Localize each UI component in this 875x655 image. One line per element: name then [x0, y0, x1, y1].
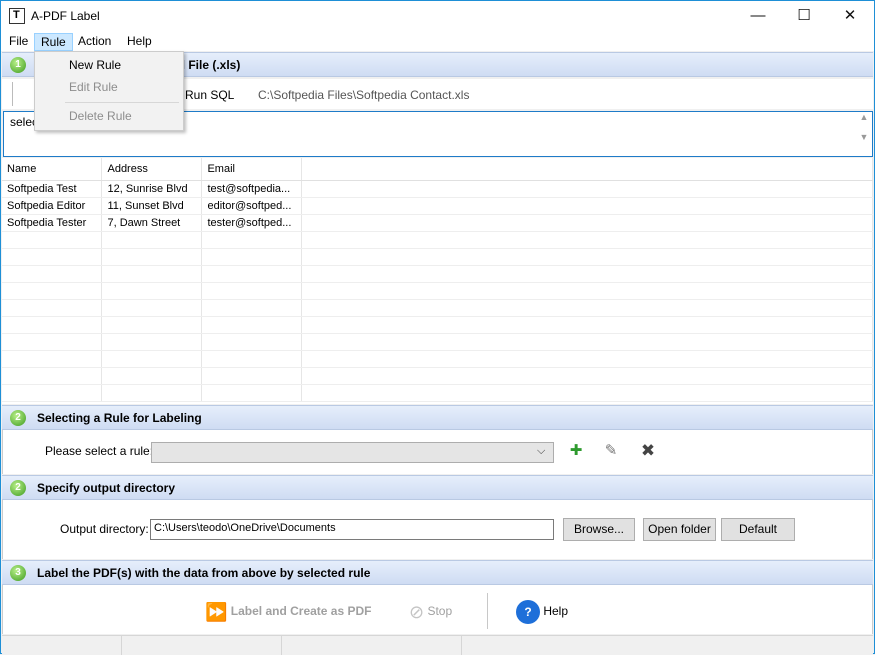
step-number-icon: 3 [10, 565, 26, 581]
cell-address[interactable]: 11, Sunset Blvd [101, 197, 203, 215]
grid-header-row: Name Address Email [2, 158, 873, 181]
section-label-header: 3 Label the PDF(s) with the data from ab… [2, 560, 873, 585]
action-divider [487, 593, 488, 629]
column-header-email[interactable]: Email [201, 158, 303, 181]
data-grid[interactable]: Name Address Email Softpedia Test 12, Su… [2, 158, 873, 404]
empty-row [2, 248, 873, 266]
menu-separator [65, 102, 179, 103]
table-row[interactable]: Softpedia Editor 11, Sunset Blvd editor@… [2, 197, 873, 215]
section-output-header: 2 Specify output directory [2, 475, 873, 500]
stop-text: Stop [427, 604, 453, 618]
section-title: Label the PDF(s) with the data from abov… [37, 566, 371, 580]
rule-select[interactable]: ⌵ [151, 442, 554, 463]
step-number-icon: 2 [10, 480, 26, 496]
label-create-icon: ⏩ [205, 601, 228, 622]
empty-row [2, 367, 873, 385]
menu-help[interactable]: Help [121, 33, 158, 51]
empty-row [2, 282, 873, 300]
column-header-address[interactable]: Address [101, 158, 203, 181]
title-bar: A-PDF Label — ☐ ✕ [1, 1, 874, 31]
minimize-button[interactable]: — [735, 1, 781, 31]
menu-rule[interactable]: Rule [34, 33, 73, 51]
help-icon: ? [516, 599, 540, 624]
step-number-icon: 1 [10, 57, 26, 73]
cell-name[interactable]: Softpedia Test [2, 180, 103, 198]
section-rule-header: 2 Selecting a Rule for Labeling [2, 405, 873, 430]
maximize-button[interactable]: ☐ [781, 1, 827, 31]
section-title: Selecting a Rule for Labeling [37, 411, 202, 425]
cell-name[interactable]: Softpedia Editor [2, 197, 103, 215]
open-folder-button[interactable]: Open folder [643, 518, 716, 541]
menu-item-new-rule[interactable]: New Rule [69, 58, 121, 72]
empty-row [2, 316, 873, 334]
empty-row [2, 231, 873, 249]
empty-row [2, 333, 873, 351]
window-title: A-PDF Label [31, 9, 100, 23]
status-cell [282, 636, 462, 655]
column-header-name[interactable]: Name [2, 158, 103, 181]
app-icon [9, 8, 25, 24]
cell-empty [301, 180, 873, 198]
close-button[interactable]: ✕ [827, 1, 873, 31]
menu-action[interactable]: Action [72, 33, 117, 51]
browse-button[interactable]: Browse... [563, 518, 635, 541]
cell-email[interactable]: tester@softped... [201, 214, 303, 232]
cell-address[interactable]: 7, Dawn Street [101, 214, 203, 232]
empty-row [2, 350, 873, 368]
run-sql-button[interactable]: Run SQL [185, 88, 234, 102]
section-title: el File (.xls) [175, 58, 241, 72]
toolbar-grip [12, 82, 14, 106]
source-file-path: C:\Softpedia Files\Softpedia Contact.xls [258, 88, 470, 102]
menu-bar: File Rule Action Help [1, 31, 874, 51]
menu-item-delete-rule: Delete Rule [69, 109, 132, 123]
cell-email[interactable]: test@softpedia... [201, 180, 303, 198]
empty-row [2, 384, 873, 402]
step-number-icon: 2 [10, 410, 26, 426]
status-cell [122, 636, 282, 655]
empty-row [2, 299, 873, 317]
table-row[interactable]: Softpedia Test 12, Sunrise Blvd test@sof… [2, 180, 873, 198]
app-window: A-PDF Label — ☐ ✕ File Rule Action Help … [0, 0, 875, 655]
output-directory-label: Output directory: [60, 522, 149, 536]
cell-name[interactable]: Softpedia Tester [2, 214, 103, 232]
menu-item-edit-rule: Edit Rule [69, 80, 118, 94]
rule-select-label: Please select a rule: [45, 444, 154, 458]
column-header-empty [301, 158, 873, 181]
label-create-text: Label and Create as PDF [230, 604, 372, 618]
menu-file[interactable]: File [3, 33, 34, 51]
help-text: Help [543, 604, 569, 618]
sql-scrollbar[interactable]: ▲ ▼ [856, 112, 872, 156]
delete-rule-icon[interactable]: ✖ [638, 441, 658, 461]
stop-icon: ⊘ [409, 601, 425, 622]
chevron-down-icon: ⌵ [537, 445, 546, 457]
help-button[interactable]: ? Help [516, 597, 568, 625]
label-create-button[interactable]: ⏩ Label and Create as PDF [205, 597, 371, 625]
add-rule-icon[interactable]: ✚ [566, 441, 586, 461]
table-row[interactable]: Softpedia Tester 7, Dawn Street tester@s… [2, 214, 873, 232]
status-bar [2, 635, 873, 655]
edit-rule-icon[interactable]: ✎ [601, 441, 621, 461]
section-title: Specify output directory [37, 481, 176, 495]
cell-empty [301, 214, 873, 232]
cell-empty [301, 197, 873, 215]
empty-row [2, 265, 873, 283]
stop-button[interactable]: ⊘ Stop [409, 597, 452, 625]
default-button[interactable]: Default [721, 518, 795, 541]
output-directory-input[interactable]: C:\Users\teodo\OneDrive\Documents [150, 519, 554, 540]
cell-address[interactable]: 12, Sunrise Blvd [101, 180, 203, 198]
rule-menu-dropdown: New Rule Edit Rule Delete Rule [34, 51, 184, 131]
status-cell [2, 636, 122, 655]
cell-email[interactable]: editor@softped... [201, 197, 303, 215]
